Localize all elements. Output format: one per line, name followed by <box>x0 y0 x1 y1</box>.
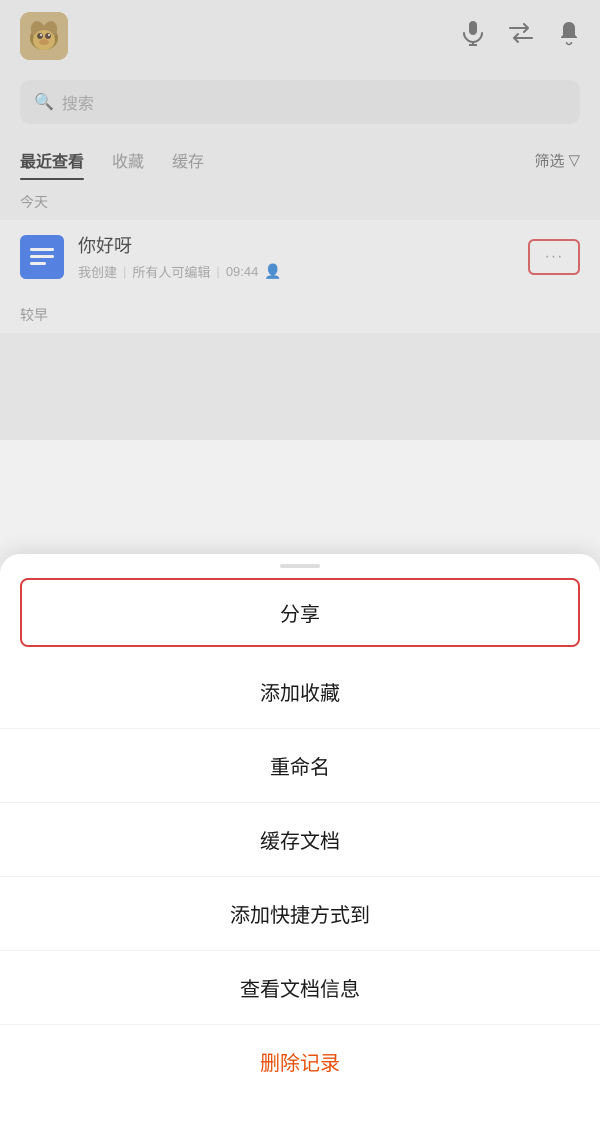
share-label: 分享 <box>280 604 320 626</box>
switch-icon[interactable] <box>508 23 534 49</box>
rename-label: 重命名 <box>270 757 330 779</box>
bottom-sheet: 分享 添加收藏 重命名 缓存文档 添加快捷方式到 查看文档信息 删除记录 <box>0 554 600 1138</box>
doc-meta: 我创建 | 所有人可编辑 | 09:44 👤 <box>78 262 528 281</box>
add-favorite-label: 添加收藏 <box>260 683 340 705</box>
tab-cache[interactable]: 缓存 <box>172 140 204 180</box>
menu-delete[interactable]: 删除记录 <box>0 1025 600 1098</box>
filter-label: 筛选 <box>534 150 564 171</box>
mic-icon[interactable] <box>462 20 484 52</box>
filter-button[interactable]: 筛选 ▽ <box>534 150 580 171</box>
sheet-handle <box>280 564 320 568</box>
doc-meta-time: 09:44 <box>226 264 259 279</box>
doc-line-2 <box>30 255 54 258</box>
filter-icon: ▽ <box>568 151 580 169</box>
doc-item: 你好呀 我创建 | 所有人可编辑 | 09:44 👤 ··· <box>0 220 600 293</box>
bell-icon[interactable] <box>558 20 580 52</box>
add-shortcut-label: 添加快捷方式到 <box>230 905 370 927</box>
menu-add-favorite[interactable]: 添加收藏 <box>0 655 600 729</box>
doc-meta-created: 我创建 <box>78 262 117 281</box>
doc-meta-share-icon: 👤 <box>264 263 281 280</box>
today-section-label: 今天 <box>0 180 600 220</box>
more-button[interactable]: ··· <box>528 239 580 275</box>
menu-cache-doc[interactable]: 缓存文档 <box>0 803 600 877</box>
cache-doc-label: 缓存文档 <box>260 831 340 853</box>
view-info-label: 查看文档信息 <box>240 979 360 1001</box>
earlier-section-label: 较早 <box>0 293 600 333</box>
tab-recent[interactable]: 最近查看 <box>20 140 84 180</box>
doc-meta-editable: 所有人可编辑 <box>132 262 210 281</box>
menu-add-shortcut[interactable]: 添加快捷方式到 <box>0 877 600 951</box>
doc-info: 你好呀 我创建 | 所有人可编辑 | 09:44 👤 <box>78 232 528 281</box>
meta-sep-1: | <box>123 264 126 279</box>
tab-favorites[interactable]: 收藏 <box>112 140 144 180</box>
doc-line-3 <box>30 262 46 265</box>
doc-line-1 <box>30 248 54 251</box>
tabs-row: 最近查看 收藏 缓存 筛选 ▽ <box>0 140 600 180</box>
menu-rename[interactable]: 重命名 <box>0 729 600 803</box>
search-bar[interactable]: 🔍 搜索 <box>20 80 580 124</box>
more-dots: ··· <box>545 248 564 266</box>
menu-view-info[interactable]: 查看文档信息 <box>0 951 600 1025</box>
menu-share[interactable]: 分享 <box>20 578 580 647</box>
delete-label: 删除记录 <box>260 1053 340 1075</box>
top-bar <box>0 0 600 72</box>
search-icon: 🔍 <box>34 92 54 112</box>
doc-title[interactable]: 你好呀 <box>78 232 528 258</box>
doc-icon <box>20 235 64 279</box>
avatar[interactable] <box>20 12 68 60</box>
meta-sep-2: | <box>216 264 219 279</box>
search-placeholder: 搜索 <box>62 90 94 114</box>
doc-icon-lines <box>22 240 62 273</box>
top-icons <box>462 20 580 52</box>
